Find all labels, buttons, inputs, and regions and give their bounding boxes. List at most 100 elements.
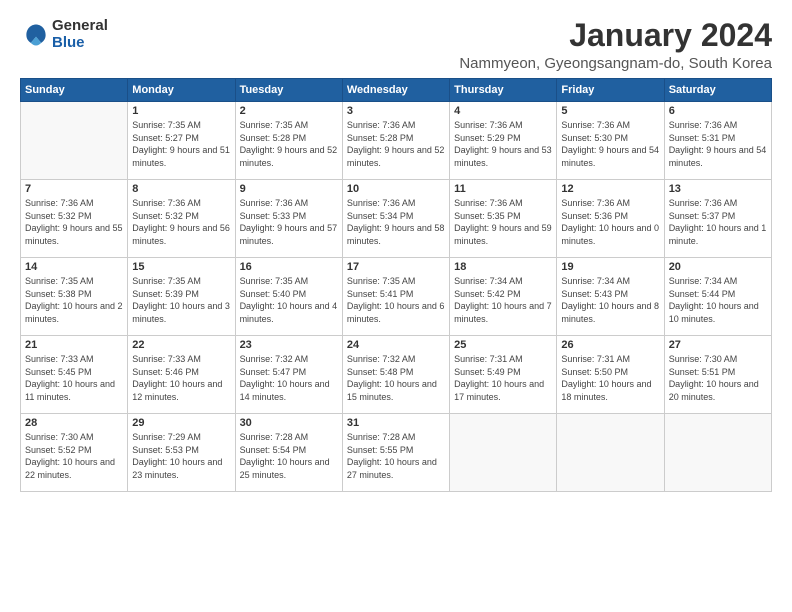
day-number: 1 <box>132 105 230 117</box>
day-info: Sunrise: 7:31 AMSunset: 5:50 PMDaylight:… <box>561 353 659 403</box>
calendar-cell: 22 Sunrise: 7:33 AMSunset: 5:46 PMDayligh… <box>128 336 235 414</box>
day-info: Sunrise: 7:32 AMSunset: 5:48 PMDaylight:… <box>347 353 445 403</box>
day-info: Sunrise: 7:33 AMSunset: 5:45 PMDaylight:… <box>25 353 123 403</box>
logo-blue-text: Blue <box>52 35 108 52</box>
calendar-cell: 15Sunrise: 7:35 AMSunset: 5:39 PMDayligh… <box>128 258 235 336</box>
calendar-cell: 8 Sunrise: 7:36 AMSunset: 5:32 PMDaylight… <box>128 180 235 258</box>
calendar-cell: 16 Sunrise: 7:35 AMSunset: 5:40 PMDayligh… <box>235 258 342 336</box>
day-info: Sunrise: 7:36 AMSunset: 5:36 PMDaylight:… <box>561 197 659 247</box>
header-day-friday: Friday <box>557 79 664 102</box>
day-number: 3 <box>347 105 445 117</box>
day-number: 12 <box>561 183 659 195</box>
month-title: January 2024 <box>459 18 772 53</box>
day-info: Sunrise: 7:34 AMSunset: 5:44 PMDaylight:… <box>669 275 767 325</box>
day-number: 20 <box>669 261 767 273</box>
calendar-cell: 29Sunrise: 7:29 AMSunset: 5:53 PMDayligh… <box>128 414 235 492</box>
day-info: Sunrise: 7:36 AMSunset: 5:37 PMDaylight:… <box>669 197 767 247</box>
calendar-cell: 21 Sunrise: 7:33 AMSunset: 5:45 PMDayligh… <box>21 336 128 414</box>
week-row-4: 21 Sunrise: 7:33 AMSunset: 5:45 PMDayligh… <box>21 336 772 414</box>
calendar-cell: 24 Sunrise: 7:32 AMSunset: 5:48 PMDayligh… <box>342 336 449 414</box>
day-number: 27 <box>669 339 767 351</box>
day-info: Sunrise: 7:36 AMSunset: 5:28 PMDaylight:… <box>347 119 445 169</box>
calendar-cell: 6 Sunrise: 7:36 AMSunset: 5:31 PMDaylight… <box>664 102 771 180</box>
header-day-wednesday: Wednesday <box>342 79 449 102</box>
day-info: Sunrise: 7:36 AMSunset: 5:29 PMDaylight:… <box>454 119 552 169</box>
calendar-cell <box>21 102 128 180</box>
calendar-cell: 19Sunrise: 7:34 AMSunset: 5:43 PMDayligh… <box>557 258 664 336</box>
day-info: Sunrise: 7:35 AMSunset: 5:39 PMDaylight:… <box>132 275 230 325</box>
week-row-2: 7 Sunrise: 7:36 AMSunset: 5:32 PMDaylight… <box>21 180 772 258</box>
calendar-cell: 23 Sunrise: 7:32 AMSunset: 5:47 PMDayligh… <box>235 336 342 414</box>
day-number: 26 <box>561 339 659 351</box>
week-row-1: 1 Sunrise: 7:35 AMSunset: 5:27 PMDaylight… <box>21 102 772 180</box>
calendar-cell: 3 Sunrise: 7:36 AMSunset: 5:28 PMDaylight… <box>342 102 449 180</box>
day-info: Sunrise: 7:35 AMSunset: 5:28 PMDaylight:… <box>240 119 338 169</box>
calendar-cell: 11 Sunrise: 7:36 AMSunset: 5:35 PMDayligh… <box>450 180 557 258</box>
day-info: Sunrise: 7:29 AMSunset: 5:53 PMDaylight:… <box>132 431 230 481</box>
day-info: Sunrise: 7:35 AMSunset: 5:27 PMDaylight:… <box>132 119 230 169</box>
day-info: Sunrise: 7:33 AMSunset: 5:46 PMDaylight:… <box>132 353 230 403</box>
day-number: 30 <box>240 417 338 429</box>
week-row-3: 14 Sunrise: 7:35 AMSunset: 5:38 PMDayligh… <box>21 258 772 336</box>
location-title: Nammyeon, Gyeongsangnam-do, South Korea <box>459 55 772 72</box>
calendar-cell: 31Sunrise: 7:28 AMSunset: 5:55 PMDayligh… <box>342 414 449 492</box>
day-info: Sunrise: 7:32 AMSunset: 5:47 PMDaylight:… <box>240 353 338 403</box>
day-info: Sunrise: 7:36 AMSunset: 5:32 PMDaylight:… <box>132 197 230 247</box>
calendar-cell: 1 Sunrise: 7:35 AMSunset: 5:27 PMDaylight… <box>128 102 235 180</box>
header-row: SundayMondayTuesdayWednesdayThursdayFrid… <box>21 79 772 102</box>
day-number: 17 <box>347 261 445 273</box>
day-info: Sunrise: 7:34 AMSunset: 5:43 PMDaylight:… <box>561 275 659 325</box>
day-number: 18 <box>454 261 552 273</box>
logo-area: General Blue <box>20 18 108 51</box>
calendar-cell: 14 Sunrise: 7:35 AMSunset: 5:38 PMDayligh… <box>21 258 128 336</box>
day-info: Sunrise: 7:35 AMSunset: 5:41 PMDaylight:… <box>347 275 445 325</box>
page: General Blue January 2024 Nammyeon, Gyeo… <box>0 0 792 612</box>
day-number: 24 <box>347 339 445 351</box>
day-number: 4 <box>454 105 552 117</box>
calendar-cell: 25Sunrise: 7:31 AMSunset: 5:49 PMDayligh… <box>450 336 557 414</box>
day-info: Sunrise: 7:35 AMSunset: 5:38 PMDaylight:… <box>25 275 123 325</box>
calendar-cell: 5 Sunrise: 7:36 AMSunset: 5:30 PMDaylight… <box>557 102 664 180</box>
calendar-cell: 20 Sunrise: 7:34 AMSunset: 5:44 PMDayligh… <box>664 258 771 336</box>
calendar-cell: 17 Sunrise: 7:35 AMSunset: 5:41 PMDayligh… <box>342 258 449 336</box>
title-area: January 2024 Nammyeon, Gyeongsangnam-do,… <box>459 18 772 72</box>
day-info: Sunrise: 7:36 AMSunset: 5:31 PMDaylight:… <box>669 119 767 169</box>
day-info: Sunrise: 7:30 AMSunset: 5:51 PMDaylight:… <box>669 353 767 403</box>
header-day-sunday: Sunday <box>21 79 128 102</box>
day-number: 11 <box>454 183 552 195</box>
day-number: 21 <box>25 339 123 351</box>
calendar-cell: 26 Sunrise: 7:31 AMSunset: 5:50 PMDayligh… <box>557 336 664 414</box>
day-info: Sunrise: 7:34 AMSunset: 5:42 PMDaylight:… <box>454 275 552 325</box>
day-number: 22 <box>132 339 230 351</box>
day-number: 14 <box>25 261 123 273</box>
day-number: 13 <box>669 183 767 195</box>
day-info: Sunrise: 7:35 AMSunset: 5:40 PMDaylight:… <box>240 275 338 325</box>
day-info: Sunrise: 7:30 AMSunset: 5:52 PMDaylight:… <box>25 431 123 481</box>
day-info: Sunrise: 7:36 AMSunset: 5:30 PMDaylight:… <box>561 119 659 169</box>
header: General Blue January 2024 Nammyeon, Gyeo… <box>20 18 772 72</box>
logo-icon <box>22 21 50 49</box>
logo-text: General Blue <box>52 18 108 51</box>
calendar-cell <box>557 414 664 492</box>
calendar-cell: 12 Sunrise: 7:36 AMSunset: 5:36 PMDayligh… <box>557 180 664 258</box>
header-day-saturday: Saturday <box>664 79 771 102</box>
day-number: 10 <box>347 183 445 195</box>
calendar-cell <box>450 414 557 492</box>
day-number: 25 <box>454 339 552 351</box>
day-number: 7 <box>25 183 123 195</box>
day-number: 8 <box>132 183 230 195</box>
day-number: 16 <box>240 261 338 273</box>
calendar-cell: 18 Sunrise: 7:34 AMSunset: 5:42 PMDayligh… <box>450 258 557 336</box>
day-number: 5 <box>561 105 659 117</box>
logo-general-text: General <box>52 18 108 35</box>
day-info: Sunrise: 7:36 AMSunset: 5:35 PMDaylight:… <box>454 197 552 247</box>
header-day-monday: Monday <box>128 79 235 102</box>
day-number: 23 <box>240 339 338 351</box>
day-number: 6 <box>669 105 767 117</box>
calendar-cell: 2 Sunrise: 7:35 AMSunset: 5:28 PMDaylight… <box>235 102 342 180</box>
day-number: 2 <box>240 105 338 117</box>
calendar-cell: 30Sunrise: 7:28 AMSunset: 5:54 PMDayligh… <box>235 414 342 492</box>
calendar-cell: 28Sunrise: 7:30 AMSunset: 5:52 PMDayligh… <box>21 414 128 492</box>
day-info: Sunrise: 7:28 AMSunset: 5:55 PMDaylight:… <box>347 431 445 481</box>
calendar-cell: 4 Sunrise: 7:36 AMSunset: 5:29 PMDaylight… <box>450 102 557 180</box>
